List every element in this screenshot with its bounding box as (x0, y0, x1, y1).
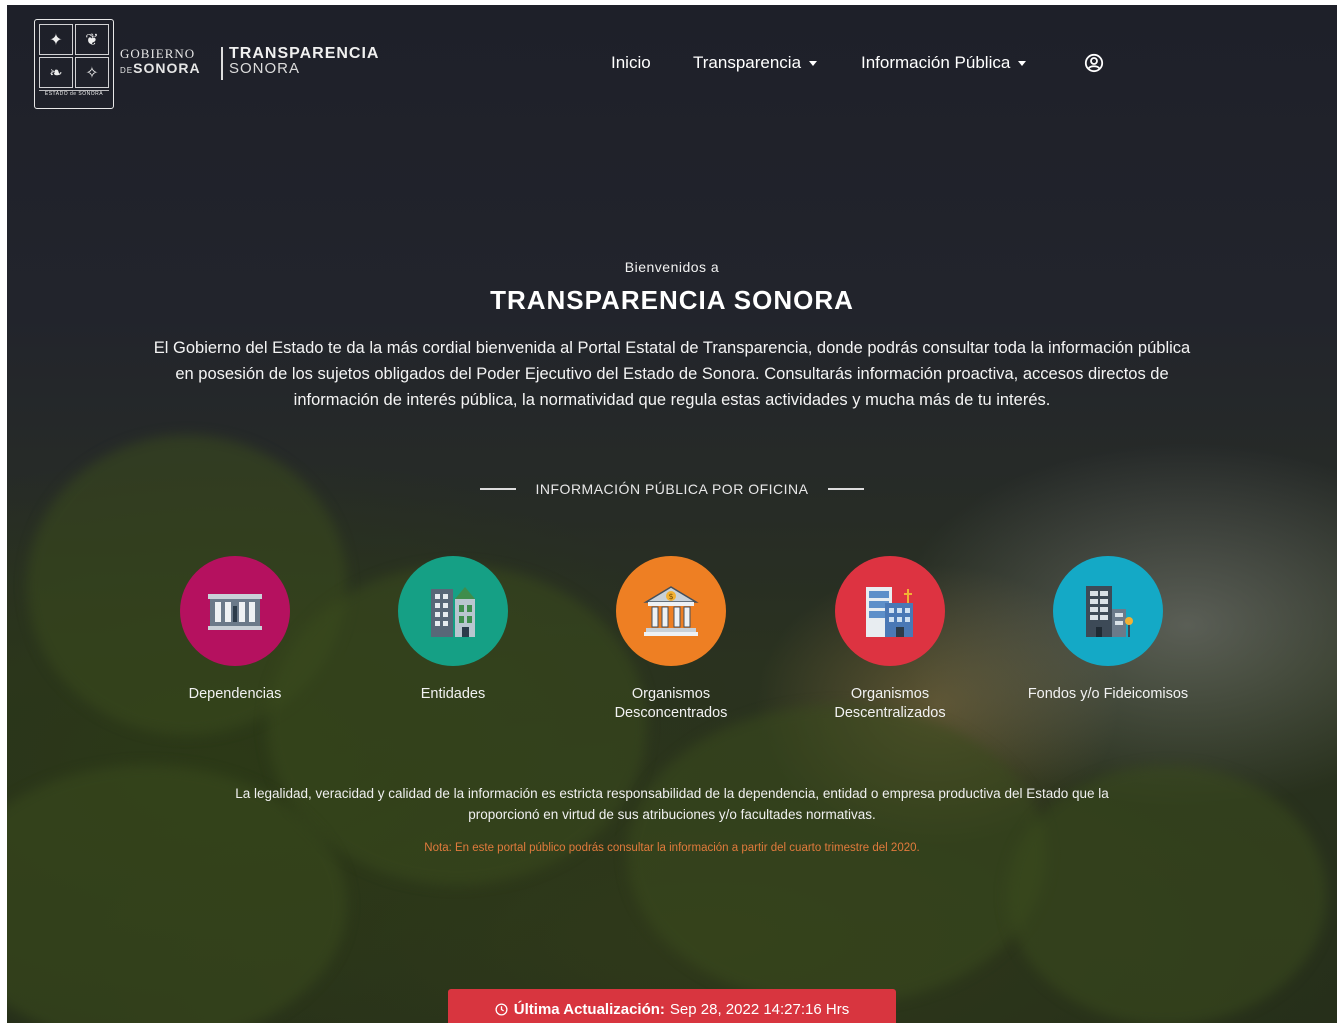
caret-down-icon (1018, 60, 1027, 66)
heading-line-left (479, 488, 516, 490)
bank-building-icon: $ (643, 586, 699, 636)
brand-subtitle: SONORA (229, 60, 301, 77)
nav-informacion-publica-label: Información Pública (861, 53, 1011, 72)
seal-quadrant: ❧ (39, 57, 73, 88)
office-organismos-descentralizados[interactable]: Organismos Descentralizados (800, 556, 980, 723)
nav-transparencia-dropdown[interactable]: Transparencia (693, 53, 818, 73)
gobierno-text: GOBIERNO (120, 46, 196, 61)
svg-text:$: $ (668, 592, 673, 601)
office-circle (398, 556, 508, 666)
brand-divider (221, 47, 223, 80)
office-entidades[interactable]: Entidades (363, 556, 543, 704)
site-header: ✦ ❦ ❧ ✧ ESTADO de SONORA GOBIERNO DESONO… (7, 5, 1337, 115)
note-text: Nota: En este portal público podrás cons… (424, 842, 920, 854)
welcome-text: Bienvenidos a (624, 259, 720, 275)
nav-inicio[interactable]: Inicio (611, 53, 651, 73)
clock-icon (495, 1002, 508, 1016)
gobierno-sonora-logo[interactable]: GOBIERNO DESONORA (120, 46, 201, 78)
last-update-label: Última Actualización: (513, 1000, 665, 1018)
office-buildings-icon (431, 587, 475, 637)
gobierno-sonora-text: SONORA (133, 60, 201, 76)
gobierno-de-text: DE (120, 66, 134, 75)
state-seal-logo[interactable]: ✦ ❦ ❧ ✧ ESTADO de SONORA (34, 19, 114, 109)
last-update-banner: Última Actualización: Sep 28, 2022 14:27… (448, 989, 896, 1023)
office-dependencias[interactable]: Dependencias (145, 556, 325, 704)
nav-informacion-publica-dropdown[interactable]: Información Pública (861, 53, 1027, 73)
office-circle (180, 556, 290, 666)
office-label: Organismos Descentralizados (834, 686, 946, 721)
seal-caption: ESTADO de SONORA (39, 90, 109, 104)
office-list: Dependencias Entidades $ Organismos Desc… (7, 556, 1337, 736)
page-title: TRANSPARENCIA SONORA (490, 285, 854, 315)
caret-down-icon (809, 60, 818, 66)
office-organismos-desconcentrados[interactable]: $ Organismos Desconcentrados (581, 556, 761, 723)
office-label: Dependencias (188, 686, 282, 702)
seal-quadrant: ✦ (39, 24, 73, 55)
intro-paragraph: El Gobierno del Estado te da la más cord… (153, 339, 1191, 409)
seal-quadrant: ❦ (75, 24, 109, 55)
user-circle-icon[interactable] (1084, 53, 1104, 73)
office-circle (835, 556, 945, 666)
city-buildings-icon (866, 587, 913, 637)
office-tower-icon (1086, 586, 1133, 637)
sonora-text: DESONORA (120, 61, 201, 78)
office-label: Entidades (420, 686, 486, 702)
government-building-icon (208, 594, 262, 630)
transparencia-sonora-logo[interactable]: TRANSPARENCIA SONORA (229, 45, 380, 77)
office-circle: $ (616, 556, 726, 666)
seal-quadrant: ✧ (75, 57, 109, 88)
last-update-value: Sep 28, 2022 14:27:16 Hrs (669, 1000, 850, 1018)
office-circle (1053, 556, 1163, 666)
office-fondos-fideicomisos[interactable]: Fondos y/o Fideicomisos (1018, 556, 1198, 704)
nav-inicio-label: Inicio (611, 53, 651, 72)
background-foliage (627, 705, 1047, 1005)
legal-disclaimer: La legalidad, veracidad y calidad de la … (235, 786, 1109, 822)
page-frame: ✦ ❦ ❧ ✧ ESTADO de SONORA GOBIERNO DESONO… (7, 5, 1337, 1023)
section-heading: INFORMACIÓN PÚBLICA POR OFICINA (7, 481, 1337, 497)
section-heading-text: INFORMACIÓN PÚBLICA POR OFICINA (535, 481, 809, 497)
office-label: Fondos y/o Fideicomisos (1027, 686, 1189, 702)
brand-title: TRANSPARENCIA (229, 45, 380, 62)
office-label: Organismos Desconcentrados (614, 686, 728, 721)
heading-line-right (828, 488, 865, 490)
nav-transparencia-label: Transparencia (693, 53, 802, 72)
